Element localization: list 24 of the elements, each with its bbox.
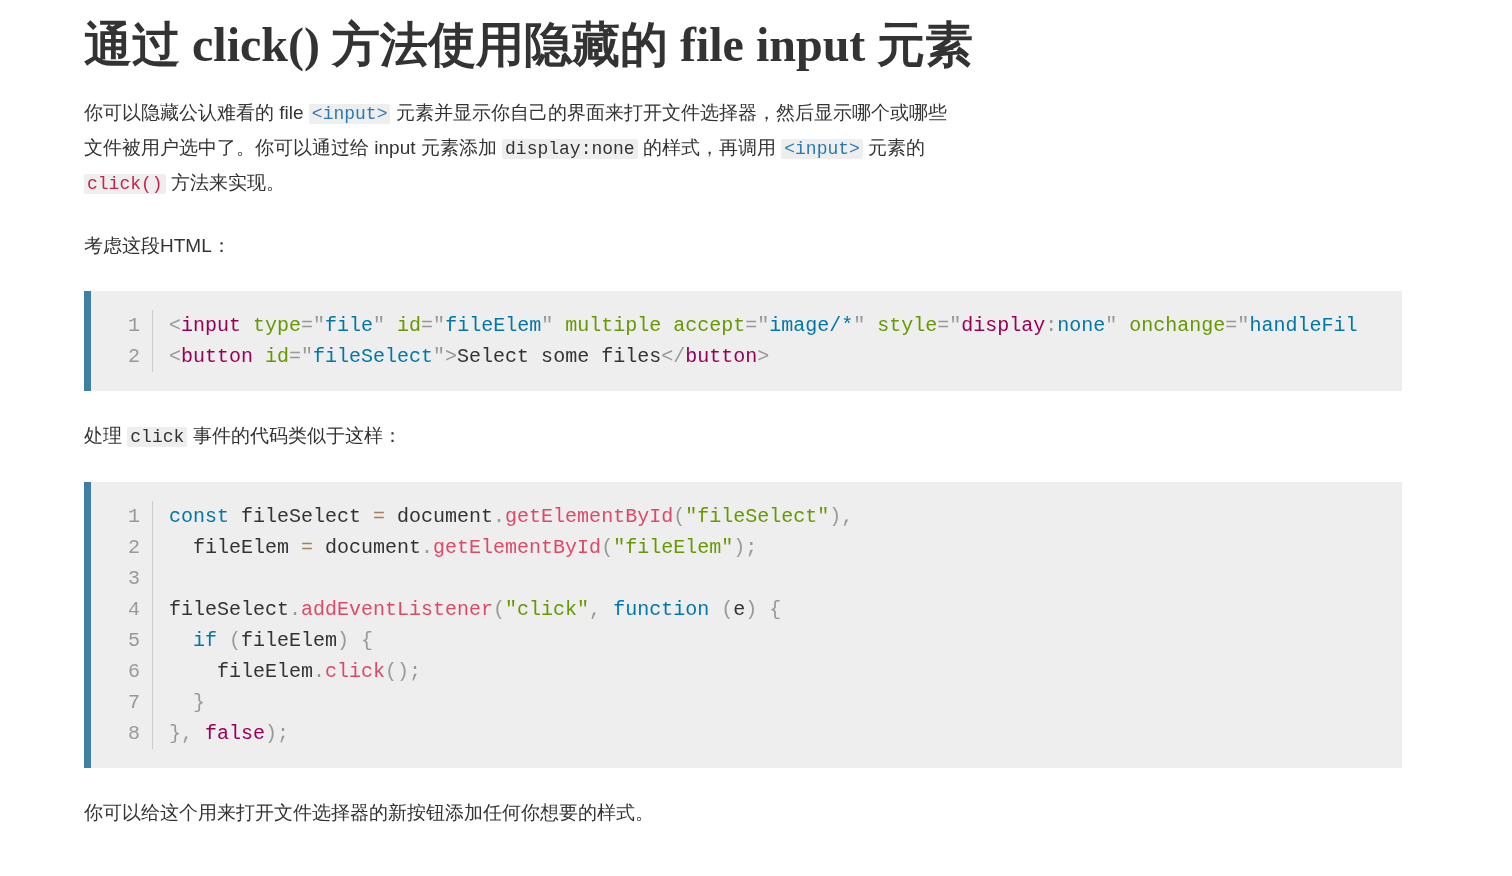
code-line: fileSelect.addEventListener("click", function (e) { — [168, 597, 782, 623]
code-line: <button id="fileSelect">Select some files</button> — [168, 344, 770, 370]
paragraph: 处理 click 事件的代码类似于这样： — [84, 424, 403, 449]
line-number: 1 — [128, 314, 140, 337]
paragraph: 考虑这段HTML： — [84, 234, 232, 258]
line-number: 5 — [128, 629, 140, 652]
code-line: } — [192, 690, 205, 716]
page-title: 通过 click() 方法使用隐藏的 file input 元素 — [84, 17, 975, 74]
code-line: }, false); — [168, 721, 290, 747]
code-line: if (fileElem) { — [192, 628, 374, 654]
code-line: fileElem.click(); — [216, 659, 422, 685]
code-line: fileElem = document.getElementById("fileElem"); — [192, 535, 758, 561]
code-line: const fileSelect = document.getElementById("fileSelect"), — [168, 504, 854, 530]
line-number: 2 — [128, 345, 140, 368]
line-number: 7 — [128, 691, 140, 714]
line-number: 6 — [128, 660, 140, 683]
paragraph: 你可以给这个用来打开文件选择器的新按钮添加任何你想要的样式。 — [84, 801, 655, 825]
line-number: 3 — [128, 567, 140, 590]
line-number: 4 — [128, 598, 140, 621]
line-number: 2 — [128, 536, 140, 559]
line-number: 8 — [128, 722, 140, 745]
paragraph: 你可以隐藏公认难看的 file <input> 元素并显示你自己的界面来打开文件选择器，然后显示哪个或哪些文件被用户选中了。你可以通过给 input 元素添加 display:none 的样式，再调用 <input> 元素的 click() 方法来实现。 — [84, 101, 948, 196]
code-line: <input type="file" id="fileElem" multiple accept="image/*" style="display:none" onchange="handleFil — [168, 313, 1358, 339]
line-number: 1 — [128, 505, 140, 528]
